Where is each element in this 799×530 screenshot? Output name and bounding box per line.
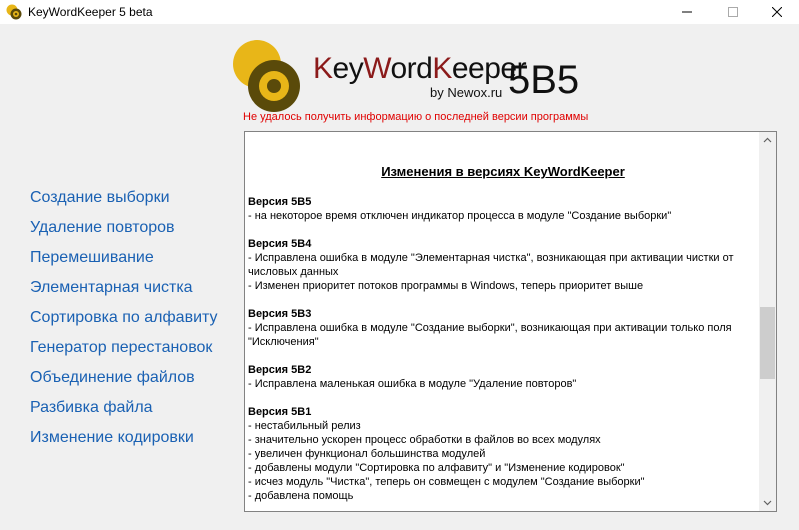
brand-byline: by Newox.ru <box>430 85 503 100</box>
menu-item-permutation-generator[interactable]: Генератор перестановок <box>30 339 212 357</box>
minimize-button[interactable] <box>664 0 710 24</box>
menu-item-split-file[interactable]: Разбивка файла <box>30 399 153 417</box>
keywordkeeper-logo <box>233 40 300 112</box>
menu-item-shuffle[interactable]: Перемешивание <box>30 249 154 267</box>
menu-item-basic-cleanup[interactable]: Элементарная чистка <box>30 279 193 297</box>
app-icon <box>6 4 22 20</box>
menu-item-merge-files[interactable]: Объединение файлов <box>30 369 195 387</box>
changelog-line: - Исправлена маленькая ошибка в модуле "… <box>248 378 577 390</box>
changelog-line: - значительно ускорен процесс обработки … <box>248 434 601 446</box>
brand-name: KeyWordKeeper <box>313 52 527 85</box>
changelog-version-title: Версия 5B2 <box>248 364 312 376</box>
changelog-line: числовых данных <box>248 266 339 278</box>
changelog-line: - нестабильный релиз <box>248 420 361 432</box>
scroll-down-button[interactable] <box>759 494 776 511</box>
window-title: KeyWordKeeper 5 beta <box>28 5 153 19</box>
version-label: 5B5 <box>508 58 580 102</box>
vertical-scrollbar[interactable] <box>759 132 776 511</box>
menu-item-change-encoding[interactable]: Изменение кодировки <box>30 429 194 447</box>
changelog-heading: Изменения в версиях KeyWordKeeper <box>381 164 625 179</box>
title-bar: KeyWordKeeper 5 beta <box>0 0 799 24</box>
changelog-version-title: Версия 5B5 <box>248 196 312 208</box>
chevron-up-icon <box>763 137 772 143</box>
changelog-panel[interactable]: Изменения в версиях KeyWordKeeper Версия… <box>244 131 777 512</box>
changelog-line: - Изменен приоритет потоков программы в … <box>248 280 644 292</box>
update-error-message: Не удалось получить информацию о последн… <box>243 111 589 123</box>
menu-item-sort-alphabet[interactable]: Сортировка по алфавиту <box>30 309 218 327</box>
maximize-icon <box>728 7 738 17</box>
close-icon <box>772 7 782 17</box>
minimize-icon <box>682 11 692 13</box>
chevron-down-icon <box>763 500 772 506</box>
maximize-button[interactable] <box>710 0 756 24</box>
menu-item-create-sample[interactable]: Создание выборки <box>30 189 170 207</box>
changelog-line: - на некоторое время отключен индикатор … <box>248 210 672 222</box>
scroll-up-button[interactable] <box>759 132 776 149</box>
scrollbar-thumb[interactable] <box>760 307 775 379</box>
changelog-line: "Исключения" <box>248 336 319 348</box>
changelog-line: - Исправлена ошибка в модуле "Элементарн… <box>248 252 734 264</box>
changelog-version-title: Версия 5B1 <box>248 406 312 418</box>
changelog-line: - добавлена помощь <box>248 490 354 502</box>
changelog-line: - исчез модуль "Чистка", теперь он совме… <box>248 476 645 488</box>
changelog-line: - добавлены модули "Сортировка по алфави… <box>248 462 625 474</box>
changelog-line: - Исправлена ошибка в модуле "Создание в… <box>248 322 732 334</box>
changelog-version-title: Версия 5B4 <box>248 238 312 250</box>
changelog-line: - увеличен функционал большинства модуле… <box>248 448 486 460</box>
changelog-version-title: Версия 5B3 <box>248 308 312 320</box>
close-button[interactable] <box>754 0 799 24</box>
menu-item-remove-duplicates[interactable]: Удаление повторов <box>30 219 175 237</box>
